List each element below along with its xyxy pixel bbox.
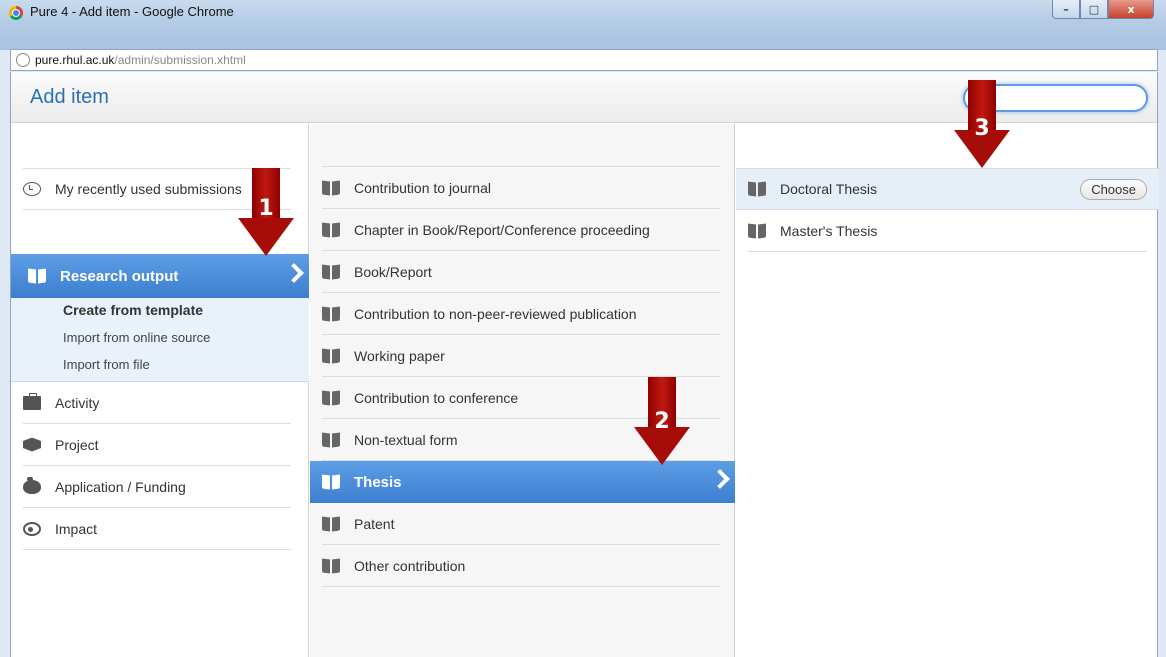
sidebar-item-project[interactable]: Project [23,424,291,466]
clock-icon [23,182,41,196]
chrome-icon [9,6,23,20]
list-item[interactable]: Contribution to non-peer-reviewed public… [322,293,720,335]
list-item-doctoral-thesis[interactable]: Doctoral Thesis Choose [736,168,1159,210]
list-item-label: Thesis [354,473,402,491]
list-item-thesis-selected[interactable]: Thesis [310,461,735,503]
list-item-label: Book/Report [354,263,432,280]
close-button[interactable]: x [1108,0,1154,19]
list-item-label: Other contribution [354,557,466,574]
book-icon [322,349,340,363]
research-output-label: Research output [60,267,179,285]
book-icon [322,265,340,279]
list-item-label: Contribution to conference [354,389,519,406]
cube-icon [23,437,41,452]
book-icon [28,269,46,283]
sidebar-item-label: Project [55,436,99,453]
chevron-right-icon [710,469,730,489]
book-icon [322,517,340,531]
book-icon [322,391,340,405]
book-icon [322,181,340,195]
moneybag-icon [23,476,41,494]
sidebar-item-impact[interactable]: Impact [23,508,291,550]
list-item-label: Contribution to journal [354,179,491,196]
annotation-number: 1 [258,196,274,221]
list-item[interactable]: Other contribution [322,545,720,587]
target-icon [23,521,41,536]
list-item-label: Chapter in Book/Report/Conference procee… [354,221,650,238]
chevron-right-icon [284,263,304,283]
globe-icon [16,53,30,67]
list-item[interactable]: Book/Report [322,251,720,293]
book-icon [322,307,340,321]
annotation-number: 2 [654,409,670,434]
right-column: Doctoral Thesis Choose Master's Thesis [736,124,1159,657]
arrow-head [238,218,294,256]
url-path: /admin/submission.xhtml [114,53,246,67]
research-output-submenu: Create from template Import from online … [11,298,309,382]
page-title: Add item [30,86,109,108]
list-item-label: Contribution to non-peer-reviewed public… [354,305,637,322]
maximize-button[interactable]: □ [1080,0,1108,19]
briefcase-icon [23,392,41,410]
list-item[interactable]: Chapter in Book/Report/Conference procee… [322,209,720,251]
sidebar-item-research-output[interactable]: Research output [11,254,309,298]
window-titlebar: Pure 4 - Add item - Google Chrome – □ x [0,0,1166,50]
annotation-arrow-2: 2 [634,377,690,467]
list-item-label: Non-textual form [354,431,458,448]
annotation-number: 3 [974,116,990,141]
import-from-file-link[interactable]: Import from file [63,357,150,372]
list-item-label: Patent [354,515,395,532]
list-item[interactable]: Patent [322,503,720,545]
book-icon [322,475,340,489]
address-bar[interactable]: pure.rhul.ac.uk/admin/submission.xhtml [10,49,1158,71]
window-title: Pure 4 - Add item - Google Chrome [30,4,234,19]
sidebar-item-label: Impact [55,520,98,537]
window-controls: – □ x [1052,0,1154,19]
annotation-arrow-3: 3 [954,80,1010,170]
sidebar-item-application-funding[interactable]: Application / Funding [23,466,291,508]
book-icon [322,559,340,573]
url-host: pure.rhul.ac.uk [35,53,115,67]
list-item-label: Doctoral Thesis [780,181,878,197]
sidebar-item-label: Application / Funding [55,478,186,495]
list-item[interactable]: Working paper [322,335,720,377]
minimize-button[interactable]: – [1052,0,1080,19]
annotation-arrow-1: 1 [238,168,294,258]
url-text[interactable]: pure.rhul.ac.uk/admin/submission.xhtml [35,53,246,67]
sidebar-item-label: Activity [55,394,100,411]
book-icon [748,224,766,238]
choose-button[interactable]: Choose [1080,179,1147,200]
book-icon [748,182,766,196]
create-from-template-link[interactable]: Create from template [63,302,203,318]
sidebar-item-activity[interactable]: Activity [23,382,291,424]
book-icon [322,223,340,237]
list-item-label: Master's Thesis [780,222,878,239]
recent-submissions-label: My recently used submissions [55,181,242,197]
list-item-label: Working paper [354,347,445,364]
import-from-online-source-link[interactable]: Import from online source [63,330,210,345]
list-item-masters-thesis[interactable]: Master's Thesis [748,210,1147,252]
book-icon [322,433,340,447]
list-item[interactable]: Contribution to journal [322,167,720,209]
